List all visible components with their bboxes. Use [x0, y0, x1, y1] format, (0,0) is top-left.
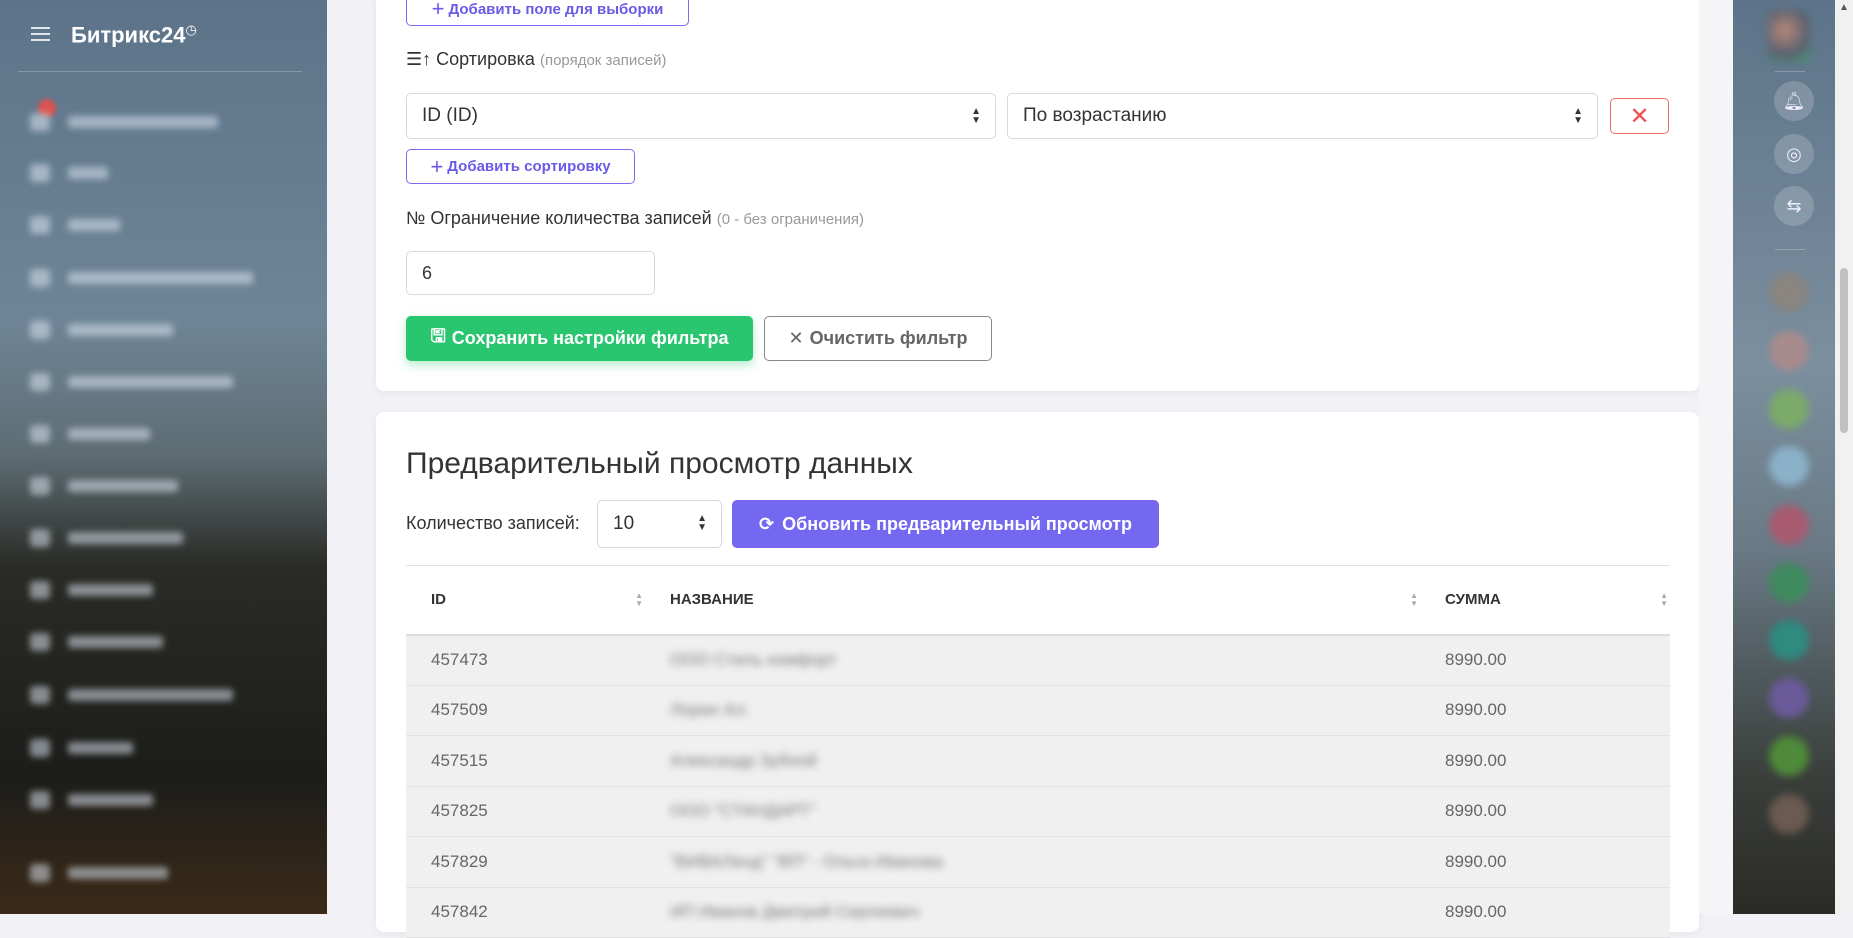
table-row[interactable]: 457509 Лоран Ал. 8990.00 [406, 685, 1670, 736]
table-row[interactable]: 457825 ООО "СТАНДАРТ" 8990.00 [406, 786, 1670, 837]
sort-heading: ☰↑ Сортировка (порядок записей) [406, 49, 667, 69]
refresh-icon: ⟳ [758, 513, 775, 534]
sidebar-item[interactable] [30, 863, 168, 883]
gutter [1699, 0, 1733, 914]
table-row[interactable]: 457829 "ВИВАЛенд" "ВП" - Ольга Иванова 899… [406, 836, 1670, 888]
sidebar-item[interactable] [30, 320, 173, 340]
column-header-name[interactable]: НАЗВАНИЕ ▲ ▼ [645, 565, 1420, 636]
divider [18, 71, 302, 72]
cell-name: ООО Стиль комфорт [645, 634, 1420, 686]
cell-sum: 8990.00 [1420, 685, 1670, 736]
sidebar-item[interactable] [30, 580, 153, 600]
divider [1775, 249, 1805, 250]
floppy-icon: 🖫 [430, 325, 446, 346]
save-filter-button[interactable]: 🖫 Сохранить настройки фильтра [406, 316, 753, 361]
cell-id: 457829 [406, 836, 645, 888]
sidebar-item[interactable] [30, 215, 120, 235]
preview-table: ID ▲ ▼ НАЗВАНИЕ ▲ ▼ СУММА ▲ ▼ 457473 ООО Стиль … [406, 565, 1670, 938]
sidebar-item[interactable] [30, 528, 183, 548]
limit-heading: № Ограничение количества записей (0 - бе… [406, 208, 864, 228]
add-field-button[interactable]: + Добавить поле для выборки [406, 0, 689, 26]
sidebar-item[interactable] [30, 738, 133, 758]
sidebar-item[interactable] [30, 632, 163, 652]
cell-sum: 8990.00 [1420, 887, 1670, 938]
cell-id: 457825 [406, 786, 645, 837]
close-icon: ✕ [788, 328, 804, 348]
cell-id: 457473 [406, 634, 645, 686]
sort-icon[interactable]: ▲ ▼ [1660, 592, 1668, 608]
remove-sort-button[interactable]: ✕ [1610, 98, 1669, 134]
sidebar-item[interactable] [30, 476, 178, 496]
plus-icon: + [431, 0, 445, 21]
cell-sum: 8990.00 [1420, 786, 1670, 837]
count-label: Количество записей: [406, 513, 580, 533]
table-row[interactable]: 457842 ИП Иванов Дмитрий Сергеевич 8990.00 [406, 887, 1670, 938]
cell-name: Лоран Ал. [645, 685, 1420, 736]
contact-avatar[interactable] [1769, 794, 1809, 834]
cell-sum: 8990.00 [1420, 735, 1670, 787]
cell-name: ООО "СТАНДАРТ" [645, 786, 1420, 837]
sidebar-item[interactable] [30, 424, 150, 444]
sort-icon[interactable]: ▲ ▼ [635, 592, 643, 608]
table-row[interactable]: 457515 Александр Зубной 8990.00 [406, 735, 1670, 787]
column-header-id[interactable]: ID ▲ ▼ [406, 565, 645, 636]
contact-avatar[interactable] [1769, 446, 1809, 486]
sort-order-select[interactable]: По возрастанию ▲ ▼ [1007, 93, 1598, 139]
cell-name: ИП Иванов Дмитрий Сергеевич [645, 887, 1420, 938]
sidebar-item[interactable] [30, 790, 153, 810]
contact-avatar[interactable] [1769, 331, 1809, 371]
scrollbar-thumb[interactable] [1840, 268, 1848, 433]
sidebar-item[interactable] [30, 163, 108, 183]
refresh-preview-button[interactable]: ⟳ Обновить предварительный просмотр [732, 500, 1159, 548]
number-icon: № [406, 208, 431, 228]
user-avatar[interactable] [1768, 10, 1810, 62]
contact-avatar[interactable] [1769, 505, 1809, 545]
sidebar-item[interactable] [30, 685, 233, 705]
sort-icon: ☰↑ [406, 49, 437, 69]
clear-filter-button[interactable]: ✕ Очистить фильтр [764, 316, 992, 361]
plus-icon: + [430, 153, 444, 179]
close-icon: ✕ [1629, 102, 1650, 130]
cell-id: 457509 [406, 685, 645, 736]
copilot-icon[interactable]: ◎ [1774, 134, 1814, 174]
logo[interactable]: Битрикс24◷ [71, 22, 197, 48]
contact-avatar[interactable] [1769, 620, 1809, 660]
contact-avatar[interactable] [1769, 736, 1809, 776]
cell-sum: 8990.00 [1420, 634, 1670, 686]
clock-icon: ◷ [185, 22, 197, 37]
cell-sum: 8990.00 [1420, 836, 1670, 888]
sort-icon[interactable]: ▲ ▼ [1410, 592, 1418, 608]
chat-transfer-icon[interactable]: ⇆ [1774, 186, 1814, 226]
cell-id: 457842 [406, 887, 645, 938]
menu-icon[interactable] [31, 27, 50, 41]
table-row[interactable]: 457473 ООО Стиль комфорт 8990.00 [406, 634, 1670, 686]
preview-title: Предварительный просмотр данных [406, 447, 913, 480]
sidebar-item[interactable] [30, 268, 253, 288]
count-select[interactable]: 10 ▲ ▼ [597, 500, 722, 548]
column-header-sum[interactable]: СУММА ▲ ▼ [1420, 565, 1670, 636]
select-arrows-icon: ▲ ▼ [697, 513, 707, 533]
left-sidebar: Битрикс24◷ [0, 0, 327, 914]
cell-name: Александр Зубной [645, 735, 1420, 787]
select-arrows-icon: ▲ ▼ [971, 106, 981, 126]
bell-icon[interactable]: 🔔︎ [1774, 81, 1814, 121]
divider [1775, 71, 1805, 72]
cell-id: 457515 [406, 735, 645, 787]
sidebar-item[interactable] [30, 112, 218, 132]
contact-avatar[interactable] [1769, 678, 1809, 718]
scroll-up-icon[interactable]: ▲ [1839, 2, 1849, 13]
sidebar-item[interactable] [30, 372, 233, 392]
cell-name: "ВИВАЛенд" "ВП" - Ольга Иванова [645, 836, 1420, 888]
contact-avatar[interactable] [1769, 272, 1809, 312]
scrollbar[interactable]: ▲ [1835, 0, 1853, 914]
contact-avatar[interactable] [1769, 389, 1809, 429]
add-sort-button[interactable]: + Добавить сортировку [406, 149, 635, 184]
limit-input[interactable]: 6 [406, 251, 655, 295]
contact-avatar[interactable] [1769, 563, 1809, 603]
sort-field-select[interactable]: ID (ID) ▲ ▼ [406, 93, 996, 139]
select-arrows-icon: ▲ ▼ [1573, 106, 1583, 126]
